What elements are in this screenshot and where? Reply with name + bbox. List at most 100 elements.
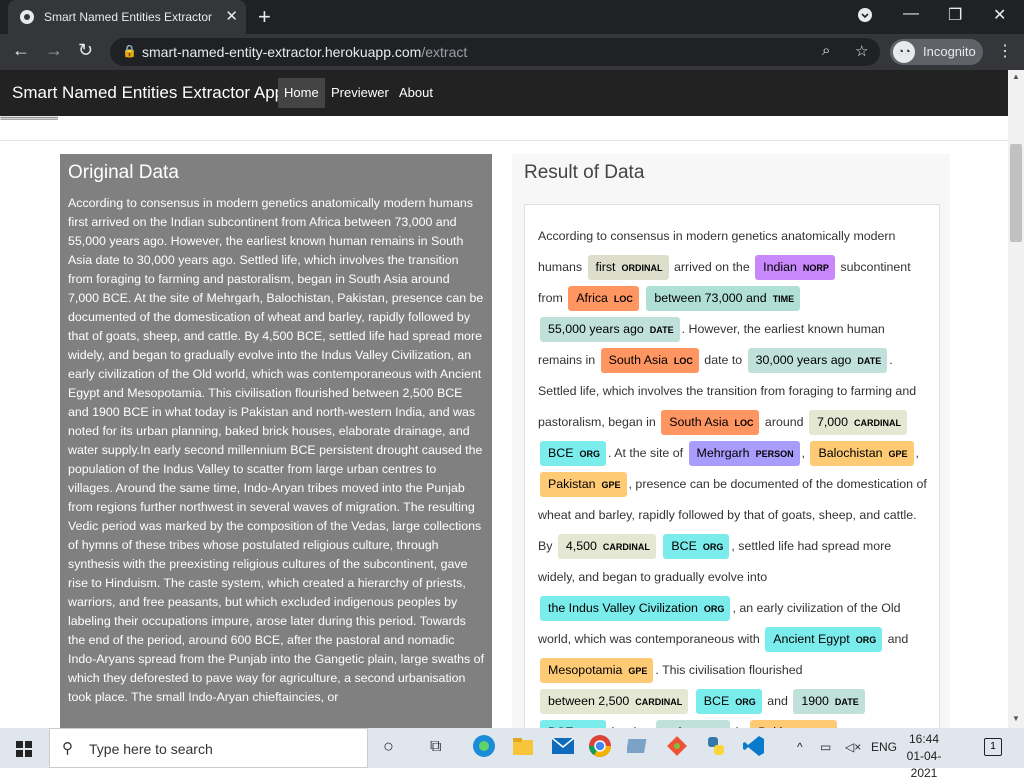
clock-time: 16:44 [908,732,940,746]
chrome-favicon-icon [20,10,34,24]
url-text[interactable]: smart-named-entity-extractor.herokuapp.c… [142,44,467,60]
entity-text: Balochistan [818,446,883,460]
entity-text: Pakistan [548,477,596,491]
zoom-icon[interactable]: ⌕ [822,42,830,59]
language-indicator[interactable]: ENG [871,740,897,754]
entity-cardinal: 4,500 CARDINAL [557,534,656,559]
tray-expand-icon[interactable]: ^ [797,740,803,754]
entity-norp: Indian NORP [755,255,835,280]
entity-text: 4,500 [565,539,597,553]
minimize-icon[interactable]: — [903,5,919,23]
chrome-icon[interactable] [588,734,612,763]
entity-person: Mehrgarh PERSON [688,441,800,466]
lock-icon[interactable]: 🔒 [122,44,137,58]
incognito-badge[interactable]: ◔◔ Incognito [890,39,983,65]
entity-text: 1900 [801,694,829,708]
app-brand[interactable]: Smart Named Entities Extractor App [12,83,284,103]
nav-previewer[interactable]: Previewer [325,78,395,108]
git-icon[interactable] [665,734,689,763]
tab-close-icon[interactable]: ✕ [225,7,238,25]
entity-text: between 73,000 and [654,291,767,305]
entity-org: BCEORG [540,720,606,728]
entity-cardinal: between 2,500 CARDINAL [540,689,689,714]
menu-icon[interactable]: ⋮ [997,41,1013,61]
file-explorer-icon[interactable] [512,736,534,761]
reload-icon[interactable]: ↻ [78,40,93,61]
entity-text: BCE [703,694,730,708]
entity-loc: Africa LOC [568,286,639,311]
entity-loc: South Asia LOC [600,348,699,373]
entity-label: DATE [857,356,882,366]
star-icon[interactable]: ☆ [855,42,868,60]
entity-text: Indian [763,260,797,274]
entity-text: first [595,260,616,274]
scrollbar-thumb[interactable] [1010,144,1022,242]
entity-label: LOC [673,356,693,366]
page-scrollbar[interactable]: ▲ ▼ [1008,70,1024,728]
divider-text: ============= [0,114,58,124]
nav-about[interactable]: About [393,78,439,108]
tab-search-icon[interactable] [858,8,872,27]
window-close-icon[interactable]: ✕ [993,5,1006,25]
entity-org: BCEORG [663,534,730,559]
windows-taskbar: ⚲ Type here to search ○ ⧉ ^ ▭ ◁× ENG 16:… [0,728,1024,780]
volume-muted-icon[interactable]: ◁× [845,740,861,754]
entity-label: GPE [888,449,908,459]
files-icon[interactable] [626,736,649,761]
windows-start-icon[interactable] [16,741,32,757]
entity-label: ORG [703,604,725,614]
entity-label: LOC [734,418,754,428]
address-bar[interactable]: 🔒 smart-named-entity-extractor.herokuapp… [110,38,880,66]
scroll-down-icon[interactable]: ▼ [1012,714,1020,723]
entity-text: BCE [548,446,574,460]
entity-text: 7,000 [816,415,848,429]
entity-text: Ancient Egypt [773,632,850,646]
back-arrow-icon[interactable]: ← [12,40,30,61]
task-view-icon[interactable]: ⧉ [430,738,441,756]
app-navbar: Smart Named Entities Extractor App Home … [0,70,1008,116]
original-data-title: Original Data [68,162,179,183]
notification-icon[interactable]: 1 [984,738,1002,756]
entity-gpe: Pakistan GPE [540,472,627,497]
vscode-icon[interactable] [742,734,766,763]
result-data-panel: Result of Data According to consensus in… [512,154,950,728]
system-clock[interactable]: 16:44 01-04-2021 [900,731,948,782]
entity-date: todayDATE [656,720,731,728]
taskbar-search[interactable]: ⚲ Type here to search [49,728,368,768]
nav-home[interactable]: Home [278,78,325,108]
entity-ordinal: first ORDINAL [587,255,669,280]
entity-label: PERSON [755,449,794,459]
entity-text: South Asia [608,353,668,367]
original-data-text: According to consensus in modern genetic… [68,196,485,704]
new-tab-button[interactable]: + [258,4,271,30]
search-placeholder[interactable]: Type here to search [89,741,213,757]
entity-text: Mesopotamia [548,663,623,677]
entity-label: TIME [772,294,795,304]
entity-text: 30,000 years ago [755,353,852,367]
entity-label: ORG [855,635,877,645]
python-icon[interactable] [704,734,728,763]
entity-org: Ancient Egypt ORG [765,627,883,652]
cortana-icon[interactable]: ○ [383,736,394,757]
browser-tab[interactable]: Smart Named Entities Extractor A ✕ [8,0,246,34]
entity-text: Mehrgarh [696,446,750,460]
search-icon: ⚲ [62,740,73,757]
tab-title: Smart Named Entities Extractor A [44,10,214,24]
forward-arrow-icon[interactable]: → [45,40,63,61]
mail-icon[interactable] [551,736,575,761]
entity-gpe: Mesopotamia GPE [540,658,654,683]
entity-label: CARDINAL [635,697,683,707]
entity-text: 55,000 years ago [548,322,644,336]
edge-icon[interactable] [472,734,496,763]
network-icon[interactable]: ▭ [820,740,831,754]
entity-text: between 2,500 [548,694,630,708]
entity-date: 55,000 years ago DATE [540,317,680,342]
entity-text: the Indus Valley Civilization [548,601,698,615]
entity-label: GPE [601,480,621,490]
entity-label: ORG [735,697,756,707]
entity-gpe: PakistanGPE [750,720,837,728]
entity-loc: South Asia LOC [661,410,760,435]
restore-icon[interactable]: ❐ [948,5,962,25]
scroll-up-icon[interactable]: ▲ [1012,72,1020,81]
browser-toolbar: ← → ↻ 🔒 smart-named-entity-extractor.her… [0,34,1024,70]
